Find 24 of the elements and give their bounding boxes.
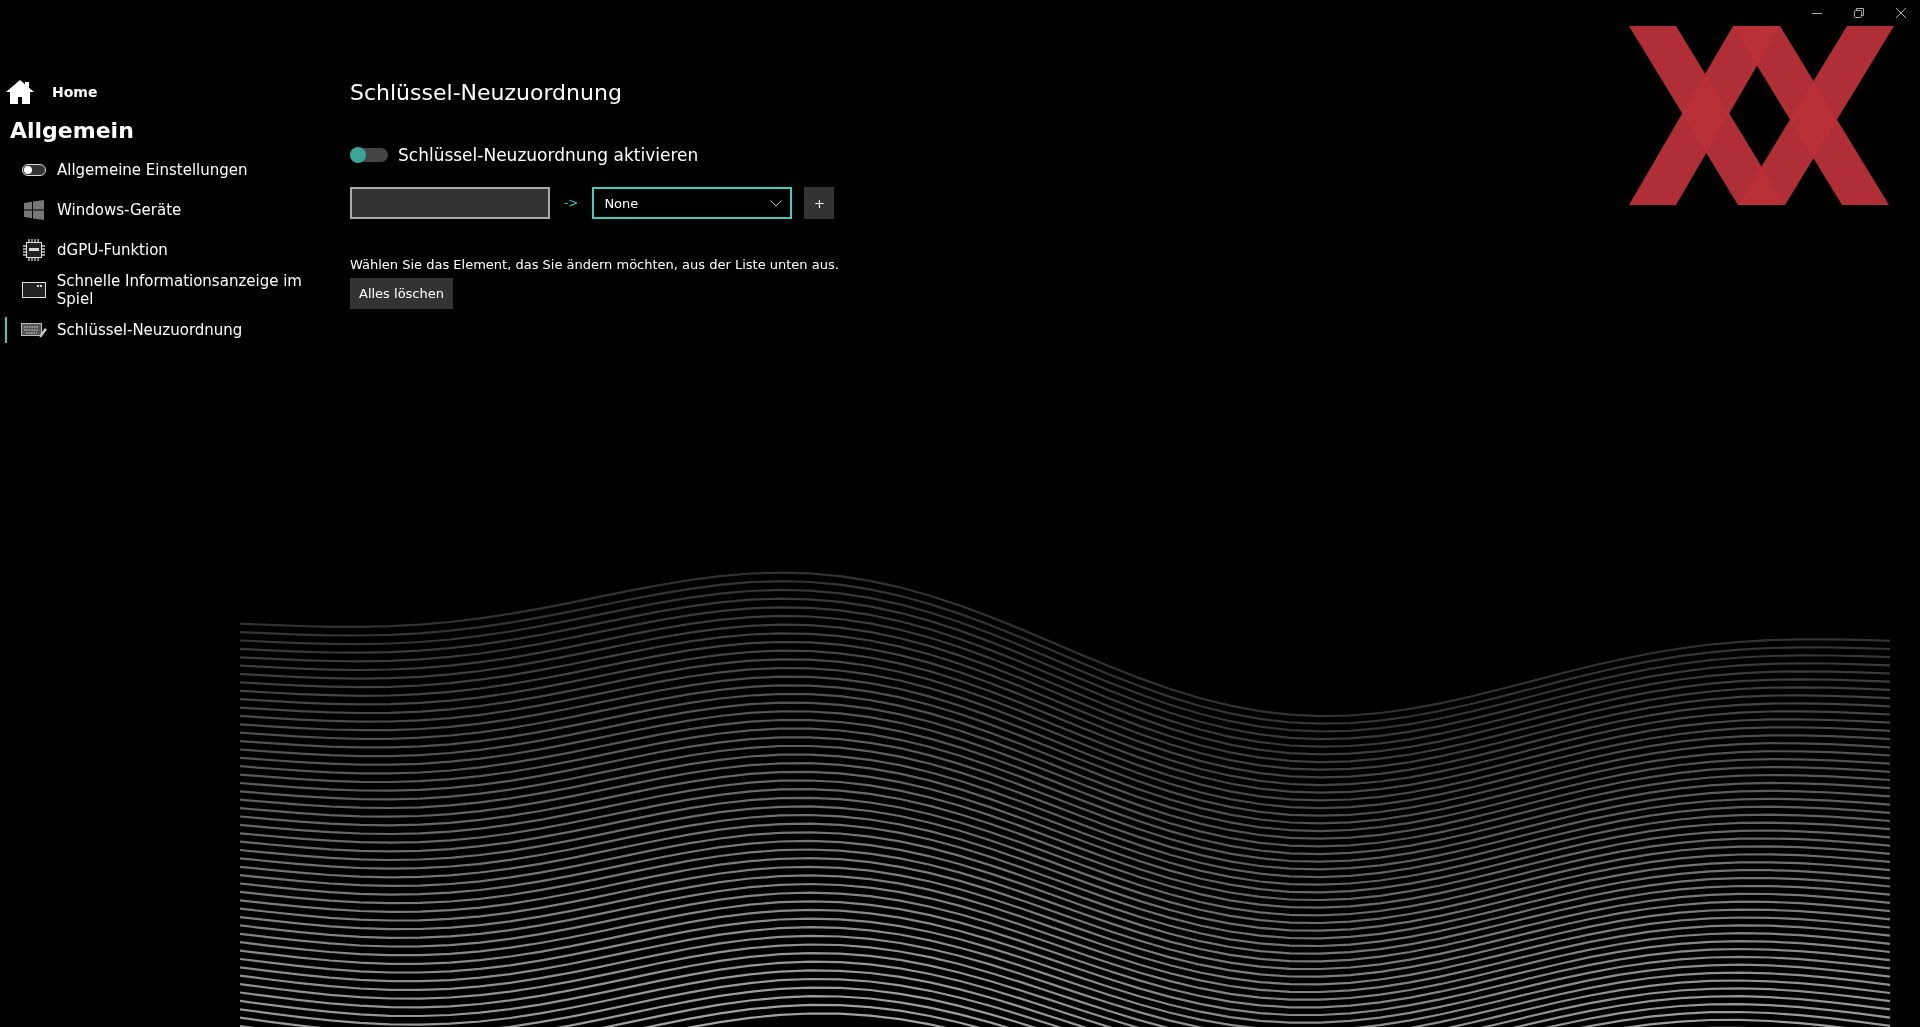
sidebar-item[interactable]: Allgemeine Einstellungen <box>5 157 340 183</box>
sidebar-item[interactable]: dGPU-Funktion <box>5 237 340 263</box>
section-heading: Allgemein <box>10 118 135 143</box>
key-input-field[interactable] <box>350 187 550 219</box>
keyboard-icon <box>21 322 47 338</box>
arrow-text: -> <box>564 196 579 210</box>
home-icon[interactable] <box>6 80 34 104</box>
toggle-icon <box>22 164 46 176</box>
display-icon <box>21 282 46 298</box>
restore-icon[interactable] <box>1854 8 1864 18</box>
clear-all-button[interactable]: Alles löschen <box>350 278 453 309</box>
toggle-label: Schlüssel-Neuzuordnung aktivieren <box>398 145 699 165</box>
close-icon[interactable] <box>1896 8 1906 18</box>
target-dropdown[interactable]: None <box>592 187 793 219</box>
sidebar-item[interactable]: Schlüssel-Neuzuordnung <box>5 317 340 343</box>
chevron-icon <box>770 199 783 207</box>
toggle-switch[interactable] <box>350 148 388 162</box>
instruction-text: Wählen Sie das Element, das Sie ändern möchten, aus der Liste unten aus. <box>350 257 839 272</box>
home-link[interactable]: Home <box>52 84 98 100</box>
chip-icon <box>23 239 45 261</box>
page-title: Schlüssel-Neuzuordnung <box>350 80 623 105</box>
sidebar-item[interactable]: Windows-Geräte <box>5 197 340 223</box>
add-button[interactable]: + <box>804 187 835 219</box>
windows-icon <box>23 200 45 220</box>
